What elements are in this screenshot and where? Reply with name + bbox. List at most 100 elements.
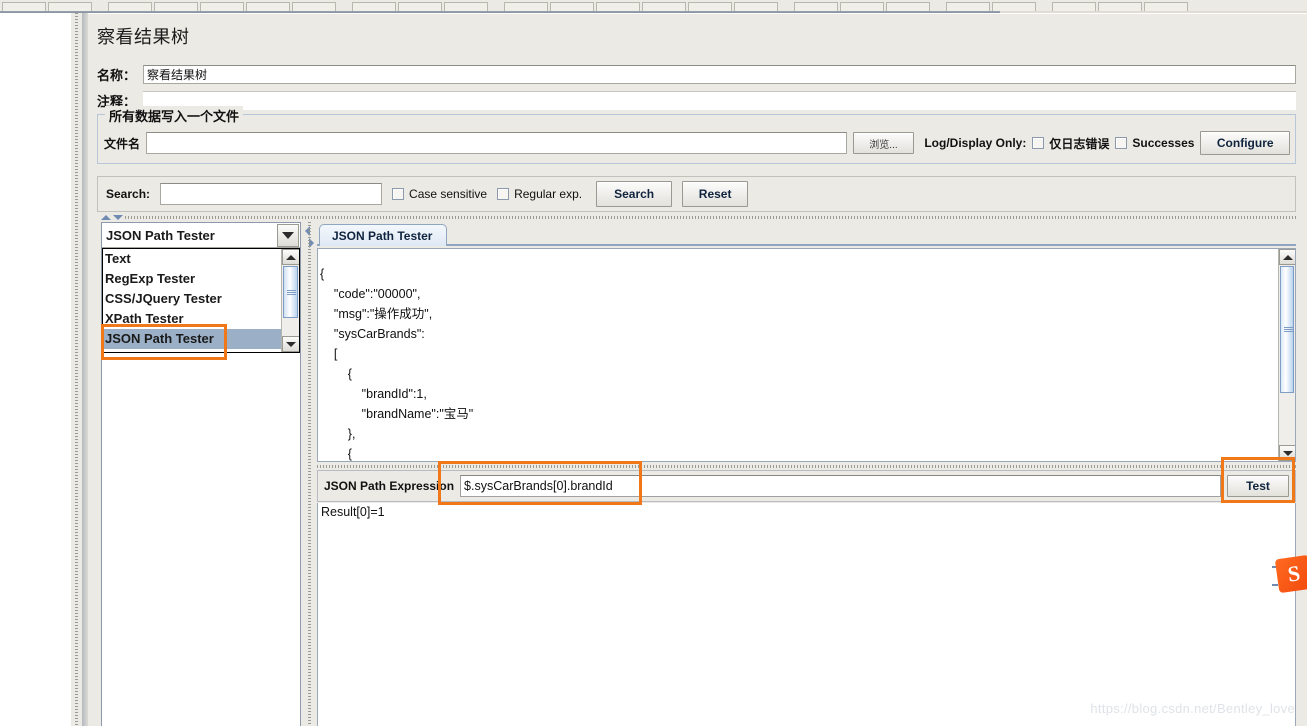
regexp-checkbox-wrap[interactable]: Regular exp.: [497, 187, 582, 201]
json-path-expression-label: JSON Path Expression: [324, 479, 455, 493]
scrollbar-thumb[interactable]: [1280, 266, 1294, 393]
name-input[interactable]: [143, 64, 1296, 84]
splitter-grip-dots: [75, 13, 78, 726]
toolbar-button[interactable]: [946, 2, 990, 11]
regexp-label: Regular exp.: [514, 187, 583, 201]
splitter-collapse-up-icon[interactable]: [101, 215, 111, 220]
filename-row: 文件名 浏览... Log/Display Only: 仅日志错误 Succes…: [104, 131, 1290, 155]
errors-only-checkbox[interactable]: [1032, 137, 1045, 149]
toolbar-button[interactable]: [734, 2, 778, 11]
case-sensitive-label: Case sensitive: [409, 187, 488, 201]
outer-vertical-splitter[interactable]: [70, 13, 82, 726]
splitter-collapse-down-icon[interactable]: [113, 215, 123, 220]
toolbar-button[interactable]: [48, 2, 92, 11]
tab-json-path-tester[interactable]: JSON Path Tester: [319, 224, 448, 246]
successes-label: Successes: [1132, 136, 1195, 150]
renderer-selector-pane: JSON Path Tester Text RegExp Tester CSS/…: [101, 222, 301, 726]
tab-strip: JSON Path Tester: [317, 220, 1296, 246]
toolbar-button[interactable]: [292, 2, 336, 11]
renderer-option-html[interactable]: HTML: [103, 349, 281, 352]
comment-row: 注释：: [97, 90, 1296, 110]
name-label: 名称：: [97, 67, 137, 83]
chevron-down-icon[interactable]: [277, 223, 299, 247]
toolbar-button[interactable]: [840, 2, 884, 11]
renderer-options: Text RegExp Tester CSS/JQuery Tester XPa…: [103, 249, 281, 352]
dropdown-scrollbar[interactable]: [281, 249, 299, 352]
left-blank-area: [0, 13, 70, 726]
toolbar-button[interactable]: [154, 2, 198, 11]
toolbar-button[interactable]: [550, 2, 594, 11]
json-path-expression-input[interactable]: [460, 475, 1221, 497]
scrollbar-thumb[interactable]: [283, 266, 298, 318]
case-sensitive-checkbox-wrap[interactable]: Case sensitive: [392, 187, 487, 201]
scroll-up-icon[interactable]: [1279, 249, 1295, 265]
renderer-option-text[interactable]: Text: [103, 249, 281, 269]
json-response-viewer[interactable]: { "code":"00000", "msg":"操作成功", "sysCarB…: [317, 248, 1296, 462]
splitter-grip-dots: [317, 465, 1296, 468]
file-output-legend: 所有数据写入一个文件: [105, 106, 244, 125]
renderer-dropdown-list[interactable]: Text RegExp Tester CSS/JQuery Tester XPa…: [102, 248, 300, 353]
scrollbar-grip: [287, 290, 296, 295]
result-tree-panel: 察看结果树 名称： 注释： 所有数据写入一个文件 文件名 浏览... Log/D…: [88, 13, 1307, 726]
renderer-combobox[interactable]: JSON Path Tester: [102, 223, 300, 248]
viewer-result-splitter[interactable]: [317, 463, 1296, 470]
renderer-option-json-path-tester[interactable]: JSON Path Tester: [103, 329, 281, 349]
json-path-result-area: Result[0]=1: [317, 503, 1296, 726]
toolbar-button[interactable]: [642, 2, 686, 11]
filename-input[interactable]: [146, 132, 847, 154]
toolbar-button[interactable]: [2, 2, 46, 11]
file-output-groupbox: 所有数据写入一个文件 文件名 浏览... Log/Display Only: 仅…: [97, 106, 1296, 164]
splitter-grip-dots: [125, 216, 1296, 219]
toolbar-button[interactable]: [200, 2, 244, 11]
regexp-checkbox[interactable]: [497, 188, 510, 200]
toolbar-button[interactable]: [886, 2, 930, 11]
toolbar-button[interactable]: [504, 2, 548, 11]
app-root: 察看结果树 名称： 注释： 所有数据写入一个文件 文件名 浏览... Log/D…: [0, 0, 1307, 726]
test-button[interactable]: Test: [1227, 475, 1289, 497]
search-bar: Search: Case sensitive Regular exp. Sear…: [97, 176, 1296, 212]
toolbar-button[interactable]: [444, 2, 488, 11]
toolbar-button[interactable]: [992, 2, 1036, 11]
scroll-up-icon[interactable]: [282, 249, 299, 265]
renderer-option-regexp-tester[interactable]: RegExp Tester: [103, 269, 281, 289]
log-display-only-label: Log/Display Only:: [924, 136, 1027, 150]
toolbar-button[interactable]: [246, 2, 290, 11]
successes-checkbox-wrap[interactable]: Successes: [1115, 136, 1194, 150]
scroll-down-icon[interactable]: [1279, 445, 1295, 461]
renderer-combobox-value: JSON Path Tester: [106, 227, 215, 243]
configure-button[interactable]: Configure: [1200, 131, 1290, 155]
toolbar-button[interactable]: [794, 2, 838, 11]
successes-checkbox[interactable]: [1115, 137, 1128, 149]
search-button[interactable]: Search: [596, 181, 673, 207]
logo-tick-right: [1272, 584, 1278, 586]
toolbar-button[interactable]: [1052, 2, 1096, 11]
search-input[interactable]: [160, 183, 383, 205]
toolbar-button[interactable]: [108, 2, 152, 11]
search-label: Search:: [106, 187, 151, 201]
sogou-ime-logo-icon[interactable]: S: [1274, 554, 1307, 594]
json-path-expression-row: JSON Path Expression Test: [317, 470, 1296, 502]
browse-button[interactable]: 浏览...: [852, 132, 915, 154]
reset-button[interactable]: Reset: [682, 181, 749, 207]
errors-only-checkbox-wrap[interactable]: 仅日志错误: [1032, 135, 1109, 152]
toolbar-button[interactable]: [1098, 2, 1142, 11]
case-sensitive-checkbox[interactable]: [392, 188, 405, 200]
renderer-option-xpath-tester[interactable]: XPath Tester: [103, 309, 281, 329]
inner-vertical-splitter[interactable]: [303, 222, 317, 726]
toolbar-button[interactable]: [596, 2, 640, 11]
watermark: https://blog.csdn.net/Bentley_love: [1090, 701, 1295, 716]
scroll-down-icon[interactable]: [282, 336, 299, 352]
renderer-option-css-jquery-tester[interactable]: CSS/JQuery Tester: [103, 289, 281, 309]
comment-input[interactable]: [143, 90, 1296, 110]
toolbar-button[interactable]: [352, 2, 396, 11]
errors-only-label: 仅日志错误: [1049, 136, 1110, 151]
name-row: 名称：: [97, 64, 1296, 84]
scrollbar-grip: [1284, 327, 1293, 333]
toolbar-button[interactable]: [398, 2, 442, 11]
json-path-result-text: Result[0]=1: [321, 505, 385, 519]
top-toolbar: [0, 0, 1307, 11]
toolbar-button[interactable]: [1144, 2, 1188, 11]
toolbar-button[interactable]: [688, 2, 732, 11]
json-response-text: { "code":"00000", "msg":"操作成功", "sysCarB…: [320, 266, 474, 461]
json-viewer-scrollbar[interactable]: [1278, 249, 1295, 461]
